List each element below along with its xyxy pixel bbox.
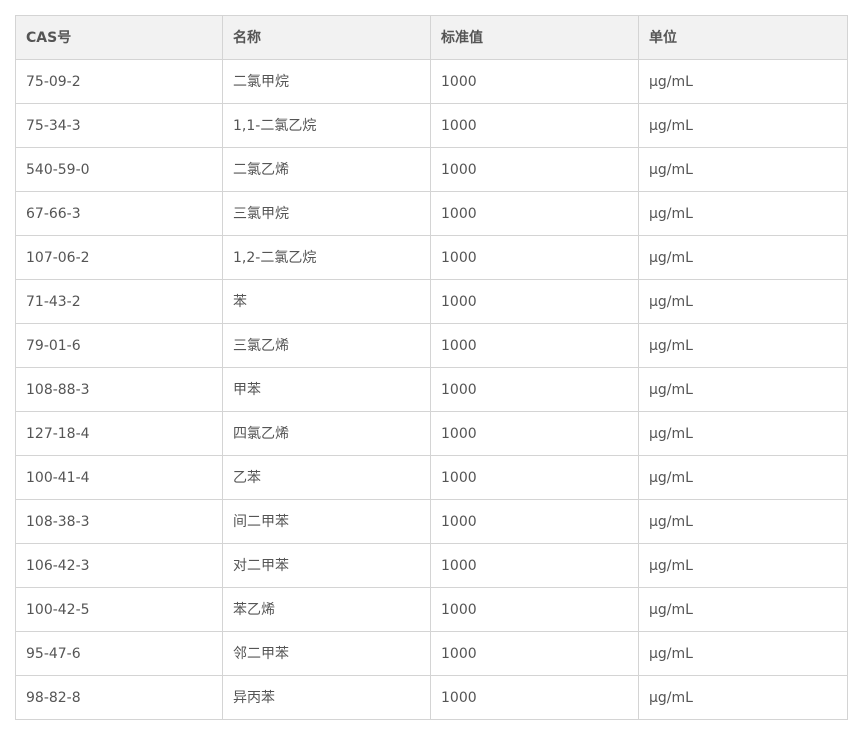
- table-row: 71-43-2 苯 1000 μg/mL: [15, 279, 848, 324]
- cell-name: 1,2-二氯乙烷: [222, 235, 431, 280]
- cell-name: 四氯乙烯: [222, 411, 431, 456]
- cell-standard-value: 1000: [430, 59, 639, 104]
- cell-unit: μg/mL: [638, 543, 848, 588]
- header-row: CAS号 名称 标准值 单位: [15, 15, 848, 60]
- table-header: CAS号 名称 标准值 单位: [15, 15, 848, 60]
- cell-cas-number: 75-09-2: [15, 59, 223, 104]
- cell-unit: μg/mL: [638, 103, 848, 148]
- cell-name: 二氯乙烯: [222, 147, 431, 192]
- cell-unit: μg/mL: [638, 191, 848, 236]
- cell-name: 间二甲苯: [222, 499, 431, 544]
- table-row: 108-38-3 间二甲苯 1000 μg/mL: [15, 499, 848, 544]
- cell-cas-number: 107-06-2: [15, 235, 223, 280]
- cell-standard-value: 1000: [430, 235, 639, 280]
- cell-unit: μg/mL: [638, 59, 848, 104]
- table-row: 107-06-2 1,2-二氯乙烷 1000 μg/mL: [15, 235, 848, 280]
- cell-cas-number: 79-01-6: [15, 323, 223, 368]
- table-row: 100-41-4 乙苯 1000 μg/mL: [15, 455, 848, 500]
- table-row: 67-66-3 三氯甲烷 1000 μg/mL: [15, 191, 848, 236]
- cell-unit: μg/mL: [638, 675, 848, 720]
- cell-standard-value: 1000: [430, 587, 639, 632]
- cell-standard-value: 1000: [430, 631, 639, 676]
- cell-cas-number: 100-42-5: [15, 587, 223, 632]
- cell-name: 三氯乙烯: [222, 323, 431, 368]
- table-row: 106-42-3 对二甲苯 1000 μg/mL: [15, 543, 848, 588]
- cell-name: 1,1-二氯乙烷: [222, 103, 431, 148]
- cell-standard-value: 1000: [430, 675, 639, 720]
- cell-name: 甲苯: [222, 367, 431, 412]
- table-row: 75-34-3 1,1-二氯乙烷 1000 μg/mL: [15, 103, 848, 148]
- cell-cas-number: 540-59-0: [15, 147, 223, 192]
- cell-standard-value: 1000: [430, 543, 639, 588]
- cell-name: 对二甲苯: [222, 543, 431, 588]
- cell-cas-number: 95-47-6: [15, 631, 223, 676]
- cell-unit: μg/mL: [638, 147, 848, 192]
- cell-standard-value: 1000: [430, 367, 639, 412]
- cell-unit: μg/mL: [638, 367, 848, 412]
- header-standard-value: 标准值: [430, 15, 639, 60]
- cell-standard-value: 1000: [430, 455, 639, 500]
- cell-unit: μg/mL: [638, 631, 848, 676]
- table-row: 100-42-5 苯乙烯 1000 μg/mL: [15, 587, 848, 632]
- table-row: 108-88-3 甲苯 1000 μg/mL: [15, 367, 848, 412]
- cell-standard-value: 1000: [430, 147, 639, 192]
- cell-cas-number: 108-88-3: [15, 367, 223, 412]
- cell-standard-value: 1000: [430, 499, 639, 544]
- cell-cas-number: 108-38-3: [15, 499, 223, 544]
- cell-unit: μg/mL: [638, 279, 848, 324]
- cell-name: 邻二甲苯: [222, 631, 431, 676]
- cell-cas-number: 127-18-4: [15, 411, 223, 456]
- cell-standard-value: 1000: [430, 323, 639, 368]
- cell-unit: μg/mL: [638, 411, 848, 456]
- cell-standard-value: 1000: [430, 103, 639, 148]
- table-body: 75-09-2 二氯甲烷 1000 μg/mL 75-34-3 1,1-二氯乙烷 1000 μ…: [15, 59, 848, 720]
- cell-unit: μg/mL: [638, 587, 848, 632]
- page: CAS号 名称 标准值 单位 75-09-2 二氯甲烷 1000 μg/mL 75-34…: [0, 0, 864, 755]
- cell-name: 二氯甲烷: [222, 59, 431, 104]
- cell-name: 乙苯: [222, 455, 431, 500]
- cell-name: 苯: [222, 279, 431, 324]
- cell-unit: μg/mL: [638, 499, 848, 544]
- header-name: 名称: [222, 15, 431, 60]
- standards-table: CAS号 名称 标准值 单位 75-09-2 二氯甲烷 1000 μg/mL 75-34…: [15, 15, 848, 720]
- cell-name: 三氯甲烷: [222, 191, 431, 236]
- cell-cas-number: 75-34-3: [15, 103, 223, 148]
- table-row: 127-18-4 四氯乙烯 1000 μg/mL: [15, 411, 848, 456]
- cell-unit: μg/mL: [638, 235, 848, 280]
- cell-standard-value: 1000: [430, 279, 639, 324]
- cell-standard-value: 1000: [430, 191, 639, 236]
- header-unit: 单位: [638, 15, 848, 60]
- table-row: 95-47-6 邻二甲苯 1000 μg/mL: [15, 631, 848, 676]
- cell-cas-number: 67-66-3: [15, 191, 223, 236]
- table-row: 98-82-8 异丙苯 1000 μg/mL: [15, 675, 848, 720]
- cell-cas-number: 98-82-8: [15, 675, 223, 720]
- cell-unit: μg/mL: [638, 455, 848, 500]
- cell-cas-number: 106-42-3: [15, 543, 223, 588]
- table-row: 79-01-6 三氯乙烯 1000 μg/mL: [15, 323, 848, 368]
- header-cas-number: CAS号: [15, 15, 223, 60]
- cell-cas-number: 71-43-2: [15, 279, 223, 324]
- table-row: 75-09-2 二氯甲烷 1000 μg/mL: [15, 59, 848, 104]
- cell-name: 苯乙烯: [222, 587, 431, 632]
- cell-cas-number: 100-41-4: [15, 455, 223, 500]
- table-row: 540-59-0 二氯乙烯 1000 μg/mL: [15, 147, 848, 192]
- cell-standard-value: 1000: [430, 411, 639, 456]
- cell-unit: μg/mL: [638, 323, 848, 368]
- cell-name: 异丙苯: [222, 675, 431, 720]
